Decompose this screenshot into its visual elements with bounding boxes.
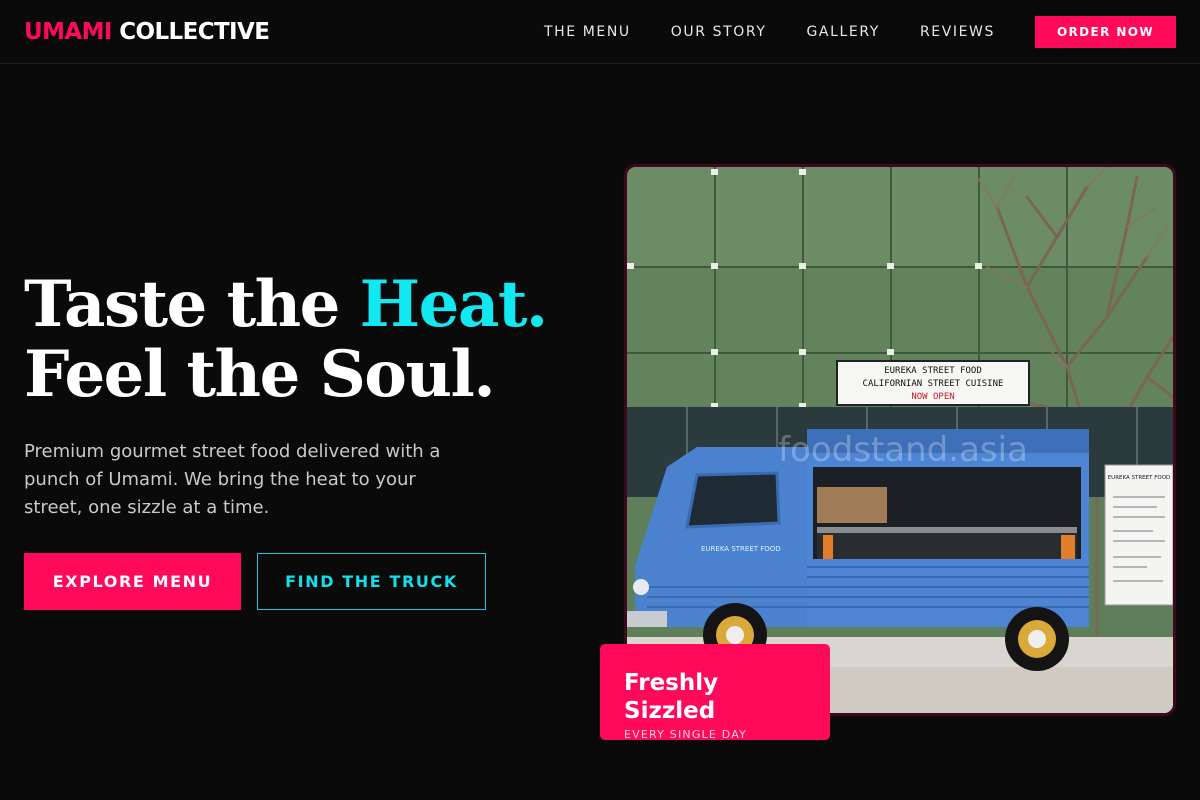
sign-line-3: NOW OPEN <box>911 392 954 402</box>
image-watermark: foodstand.asia <box>778 430 1028 470</box>
nav-link-reviews[interactable]: REVIEWS <box>920 24 995 40</box>
hero-title-accent: Heat. <box>359 267 549 342</box>
hero-subtitle: Premium gourmet street food delivered wi… <box>24 441 441 518</box>
truck-side-text: EUREKA STREET FOOD <box>701 545 781 553</box>
order-now-button[interactable]: ORDER NOW <box>1035 15 1176 48</box>
brand-accent: UMAMI <box>24 18 112 45</box>
food-truck-illustration: EUREKA STREET FOOD CALIFORNIAN STREET CU… <box>627 167 1173 713</box>
top-nav: UMAMI COLLECTIVE THE MENU OUR STORY GALL… <box>0 0 1200 64</box>
hero-title: Taste the Heat. Feel the Soul. <box>24 267 549 412</box>
explore-menu-button[interactable]: EXPLORE MENU <box>24 553 241 610</box>
nav-link-menu[interactable]: THE MENU <box>544 24 631 40</box>
brand-logo[interactable]: UMAMI COLLECTIVE <box>24 18 270 45</box>
nav-menu: THE MENU OUR STORY GALLERY REVIEWS ORDER… <box>544 15 1176 48</box>
nav-link-gallery[interactable]: GALLERY <box>806 24 879 40</box>
hero-image: EUREKA STREET FOOD CALIFORNIAN STREET CU… <box>624 164 1176 716</box>
nav-link-our-story[interactable]: OUR STORY <box>671 24 767 40</box>
brand-rest: COLLECTIVE <box>119 18 270 45</box>
find-the-truck-button[interactable]: FIND THE TRUCK <box>257 553 486 610</box>
hero-title-plain: Taste the <box>24 267 360 342</box>
sign-line-1: EUREKA STREET FOOD <box>884 366 982 376</box>
freshly-sizzled-badge: Freshly Sizzled EVERY SINGLE DAY <box>600 644 830 741</box>
hero-title-line2: Feel the Soul. <box>24 337 496 412</box>
sign-line-2: CALIFORNIAN STREET CUISINE <box>863 379 1004 389</box>
hero-title-line1: Taste the Heat. <box>24 267 549 342</box>
badge-title: Freshly Sizzled <box>624 670 719 724</box>
menu-board-title: EUREKA STREET FOOD <box>1108 475 1171 481</box>
badge-subtitle: EVERY SINGLE DAY <box>624 728 748 741</box>
